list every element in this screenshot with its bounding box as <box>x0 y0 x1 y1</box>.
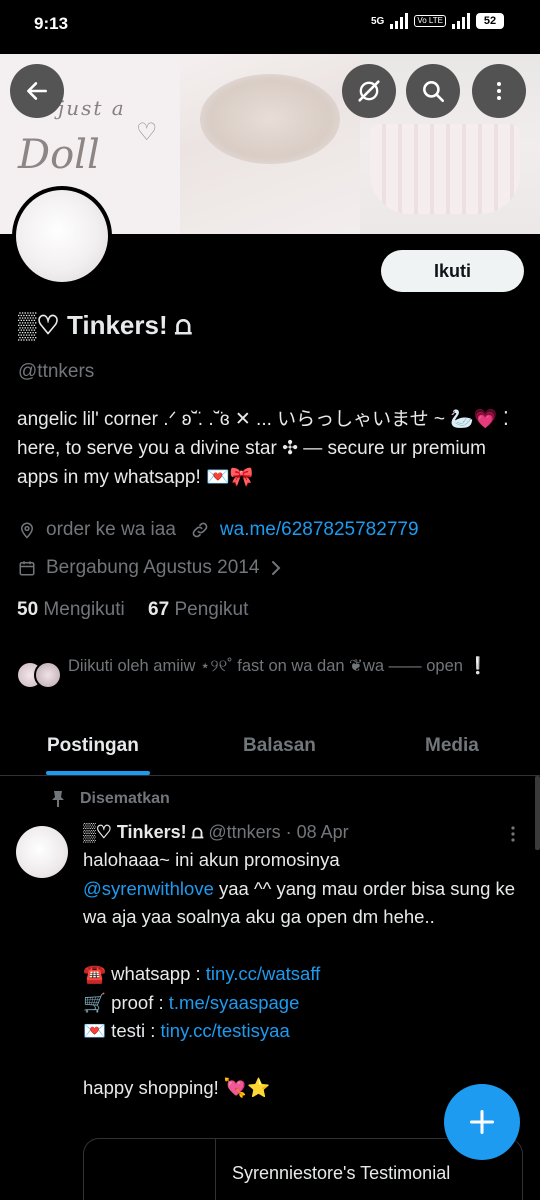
card-title: Syrenniestore's Testimonial <box>232 1163 451 1183</box>
joined-text: Bergabung Agustus 2014 <box>46 557 260 578</box>
tab-postingan[interactable]: Postingan <box>47 735 139 757</box>
testi-label: 💌 testi : <box>83 1020 161 1041</box>
banner-text-line1: just a <box>58 96 126 120</box>
network-label: 5G <box>371 15 385 27</box>
compose-button[interactable] <box>444 1084 520 1160</box>
profile-handle: @ttnkers <box>18 361 95 382</box>
meta-row-location: order ke wa iaa wa.me/6287825782779 <box>18 519 419 541</box>
wa-link[interactable]: tiny.cc/watsaff <box>206 963 320 984</box>
post-date: · 08 Apr <box>285 822 349 842</box>
post-header: ▒♡ Tinkers! ⩍ @ttnkers · 08 Apr <box>83 822 349 843</box>
mutual-avatar-2 <box>34 661 62 689</box>
testi-link[interactable]: tiny.cc/testisyaa <box>161 1020 290 1041</box>
status-time: 9:13 <box>34 14 69 33</box>
post-author[interactable]: ▒♡ Tinkers! ⩍ <box>83 822 203 842</box>
profile-tabs: Postingan Balasan Media <box>0 718 540 776</box>
profile-avatar[interactable] <box>12 186 112 286</box>
meta-row-joined[interactable]: Bergabung Agustus 2014 <box>18 557 283 579</box>
followers-link[interactable]: 67 Pengikut <box>148 599 248 620</box>
following-label: Mengikuti <box>43 599 125 620</box>
display-name: ▒♡ Tinkers! ⩍ <box>18 310 192 340</box>
back-button[interactable] <box>10 64 64 118</box>
post-closing: happy shopping! 💘⭐ <box>83 1077 270 1098</box>
more-vertical-icon <box>511 826 515 842</box>
proof-link[interactable]: t.me/syaaspage <box>169 992 300 1013</box>
post-avatar[interactable] <box>16 826 68 878</box>
location-text: order ke wa iaa <box>46 519 176 540</box>
follow-counts: 50 Mengikuti 67 Pengikut <box>17 599 248 621</box>
following-link[interactable]: 50 Mengikuti <box>17 599 125 620</box>
followers-label: Pengikut <box>174 599 249 620</box>
signal-icon <box>390 13 409 29</box>
grok-icon <box>358 80 380 102</box>
more-button[interactable] <box>472 64 526 118</box>
card-thumbnail <box>84 1139 216 1200</box>
pinned-label: Disematkan <box>50 790 170 808</box>
follow-button[interactable]: Ikuti <box>381 250 524 292</box>
status-bar: 9:13 5G Vo LTE 52 <box>0 0 540 54</box>
pin-icon <box>52 791 64 807</box>
cat-image <box>200 74 340 164</box>
battery-icon: 52 <box>476 13 504 29</box>
grok-button[interactable] <box>342 64 396 118</box>
followed-by-text: Diikuti oleh amiiw ⋆୨୧˚ fast on wa dan ❦… <box>68 657 489 675</box>
status-icons: 5G Vo LTE 52 <box>371 13 504 29</box>
signal-2-icon <box>452 13 470 29</box>
arrow-left-icon <box>27 82 47 100</box>
chevron-right-icon <box>272 561 281 575</box>
calendar-icon <box>19 561 35 576</box>
profile-bio: angelic lil' corner .ᐟ ʚ˘̈. .˘̈ɞ ✕ ... い… <box>17 409 509 488</box>
followers-count: 67 <box>148 599 170 620</box>
link-icon <box>192 522 208 538</box>
proof-label: 🛒 proof : <box>83 991 169 1013</box>
skirt-image <box>370 124 520 214</box>
tab-media[interactable]: Media <box>425 735 479 757</box>
plus-icon <box>469 1109 495 1135</box>
volte-badge: Vo LTE <box>414 15 446 27</box>
location-pin-icon <box>20 522 34 539</box>
wa-label: ☎️ whatsapp : <box>83 963 206 984</box>
followed-by[interactable]: Diikuti oleh amiiw ⋆୨୧˚ fast on wa dan ❦… <box>16 654 516 691</box>
post-mention[interactable]: @syrenwithlove <box>83 878 214 899</box>
post-line1: halohaaa~ ini akun promosinya <box>83 849 340 870</box>
website-link[interactable]: wa.me/6287825782779 <box>220 519 419 541</box>
active-tab-indicator <box>46 771 150 775</box>
banner-heart: ♡ <box>136 118 158 146</box>
banner-panel-cat <box>180 54 360 234</box>
pinned-text: Disematkan <box>80 790 170 807</box>
search-button[interactable] <box>406 64 460 118</box>
more-vertical-icon <box>497 82 501 100</box>
post-handle: @ttnkers <box>208 822 281 842</box>
post-body[interactable]: halohaaa~ ini akun promosinya @syrenwith… <box>83 846 523 1103</box>
search-icon <box>423 81 445 103</box>
banner-text-line2: Doll <box>18 132 100 178</box>
scrollbar[interactable] <box>535 776 540 850</box>
tab-balasan[interactable]: Balasan <box>243 735 316 757</box>
following-count: 50 <box>17 599 39 620</box>
mutual-avatars <box>16 661 64 691</box>
